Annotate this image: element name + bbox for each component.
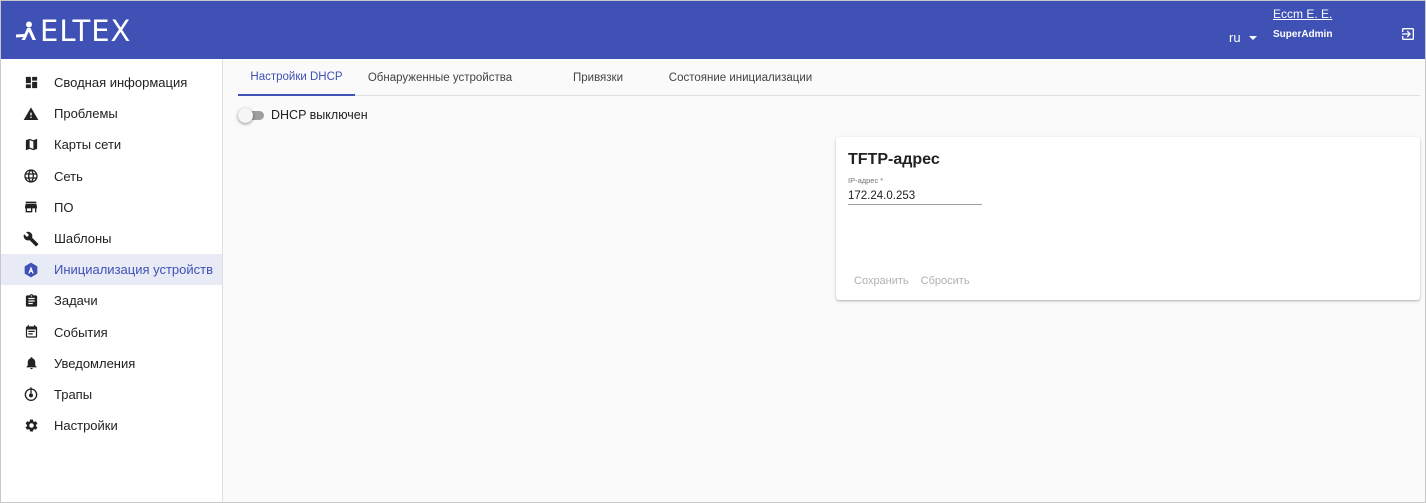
dashboard-icon	[23, 75, 39, 91]
sidebar-item-label: Проблемы	[54, 106, 118, 122]
sidebar-item-label: Инициализация устройств	[54, 262, 214, 278]
tab-init-status[interactable]: Состояние инициализации	[653, 59, 828, 96]
warning-icon	[23, 106, 39, 122]
bell-icon	[23, 355, 39, 371]
sidebar-item-settings[interactable]: Настройки	[1, 410, 222, 441]
eltex-logo-icon	[16, 21, 36, 40]
sidebar-item-label: Сводная информация	[54, 75, 188, 91]
language-value: ru	[1229, 30, 1241, 45]
logout-icon[interactable]	[1400, 26, 1416, 42]
sidebar-item-templates[interactable]: Шаблоны	[1, 223, 222, 254]
sidebar-item-label: Настройки	[54, 418, 118, 434]
sidebar-item-label: Трапы	[54, 386, 93, 402]
clipboard-icon	[23, 293, 39, 309]
sidebar-item-traps[interactable]: Трапы	[1, 379, 222, 410]
dhcp-tabs: Настройки DHCP Обнаруженные устройства П…	[238, 59, 1420, 96]
sidebar-item-events[interactable]: События	[1, 317, 222, 348]
map-icon	[23, 137, 39, 153]
sidebar-item-tasks[interactable]: Задачи	[1, 285, 222, 316]
trap-icon	[23, 386, 39, 402]
globe-icon	[23, 168, 39, 184]
ip-address-label: IP-адрес *	[848, 176, 884, 185]
dhcp-switch[interactable]	[238, 108, 266, 123]
gear-icon	[23, 418, 39, 434]
dhcp-toggle-label: DHCP выключен	[271, 108, 368, 122]
sidebar-item-software[interactable]: ПО	[1, 192, 222, 223]
sidebar-item-notifications[interactable]: Уведомления	[1, 348, 222, 379]
sidebar-item-device-init[interactable]: Инициализация устройств	[1, 254, 222, 286]
brand-name: ELTEX	[40, 14, 132, 48]
sidebar-item-label: ПО	[54, 199, 74, 215]
ip-address-input[interactable]	[848, 187, 982, 205]
switch-thumb	[238, 108, 253, 123]
top-app-bar: ELTEX ru Eccm E. E. SuperAdmin	[1, 1, 1425, 59]
sidebar-item-dashboard[interactable]: Сводная информация	[1, 67, 222, 98]
sidebar-item-problems[interactable]: Проблемы	[1, 98, 222, 129]
language-select[interactable]: ru	[1229, 30, 1257, 45]
user-role: SuperAdmin	[1273, 29, 1333, 40]
sidebar-item-label: События	[54, 324, 108, 340]
sidebar-item-label: Карты сети	[54, 137, 122, 153]
brand-logo[interactable]: ELTEX	[15, 14, 132, 48]
sidebar-item-label: Уведомления	[54, 355, 136, 371]
card-actions: Сохранить Сбросить	[848, 273, 976, 289]
device-init-icon	[23, 262, 39, 278]
tab-dhcp-settings[interactable]: Настройки DHCP	[238, 59, 355, 96]
save-button[interactable]: Сохранить	[848, 273, 915, 289]
tab-bindings[interactable]: Привязки	[538, 59, 658, 96]
sidebar-item-network[interactable]: Сеть	[1, 161, 222, 192]
card-title: TFTP-адрес	[848, 151, 940, 168]
tftp-card: TFTP-адрес IP-адрес * Сохранить Сбросить	[836, 137, 1420, 300]
dhcp-toggle[interactable]: DHCP выключен	[238, 108, 368, 123]
user-name-link[interactable]: Eccm E. E.	[1273, 7, 1332, 21]
sidebar-item-network-maps[interactable]: Карты сети	[1, 129, 222, 160]
chevron-down-icon	[1248, 35, 1257, 40]
sidebar-nav: Сводная информация Проблемы Карты сети С…	[1, 59, 223, 502]
user-info: Eccm E. E. SuperAdmin	[1273, 7, 1332, 40]
sidebar-item-label: Задачи	[54, 293, 98, 309]
reset-button[interactable]: Сбросить	[915, 273, 976, 289]
sidebar-item-label: Шаблоны	[54, 231, 112, 247]
wrench-icon	[23, 231, 39, 247]
tab-discovered-devices[interactable]: Обнаруженные устройства	[355, 59, 525, 96]
sidebar-item-label: Сеть	[54, 168, 83, 184]
store-icon	[23, 199, 39, 215]
app-window: ELTEX ru Eccm E. E. SuperAdmin Сводная и…	[0, 0, 1426, 503]
event-note-icon	[23, 324, 39, 340]
